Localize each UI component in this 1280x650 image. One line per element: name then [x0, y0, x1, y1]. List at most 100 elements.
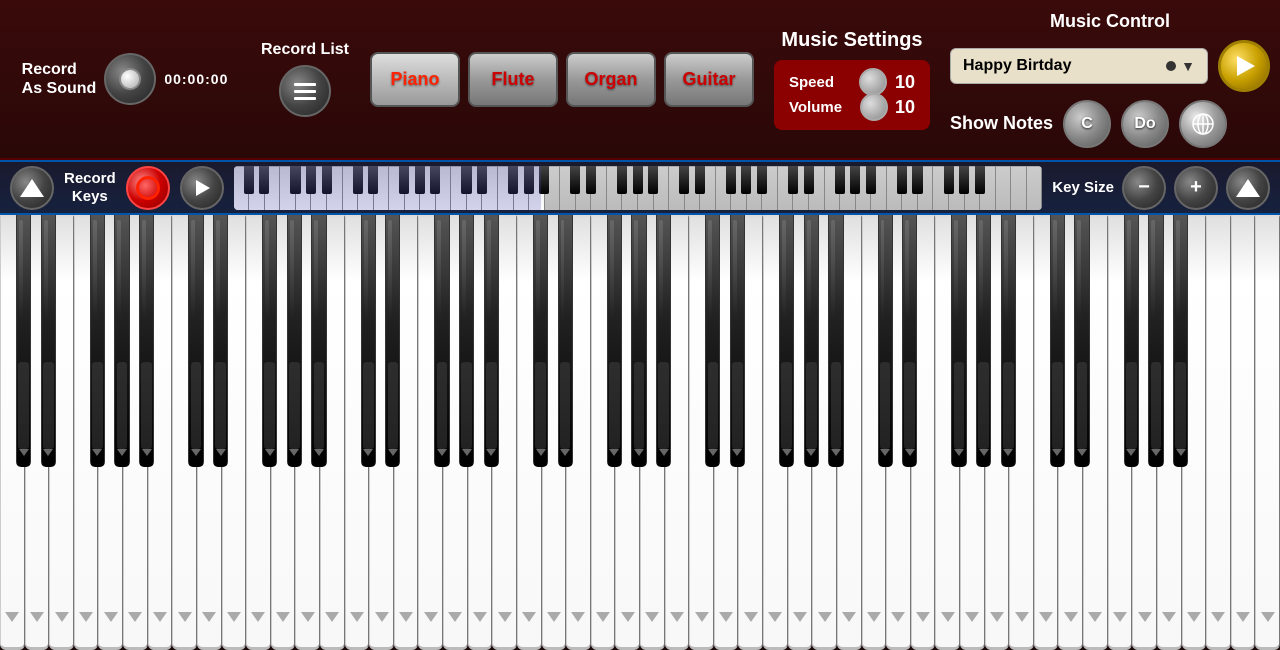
mini-black-key[interactable] [508, 166, 518, 195]
play-keys-button[interactable] [180, 166, 224, 210]
mini-black-key[interactable] [539, 166, 549, 195]
black-piano-key[interactable] [1124, 215, 1139, 467]
record-keys-button[interactable] [126, 166, 170, 210]
instrument-piano-btn[interactable]: Piano [370, 52, 460, 107]
key-arrow-icon [768, 612, 782, 622]
mini-black-key[interactable] [368, 166, 378, 195]
speed-knob[interactable] [859, 68, 887, 96]
speed-slider[interactable] [869, 77, 875, 87]
black-piano-key[interactable] [311, 215, 326, 467]
key-arrow-icon [1187, 612, 1201, 622]
mini-black-key[interactable] [757, 166, 767, 195]
black-piano-key[interactable] [139, 215, 154, 467]
black-piano-key[interactable] [951, 215, 966, 467]
mini-black-key[interactable] [353, 166, 363, 195]
black-piano-key[interactable] [878, 215, 893, 467]
black-piano-key[interactable] [1050, 215, 1065, 467]
black-piano-key[interactable] [434, 215, 449, 467]
black-piano-key[interactable] [902, 215, 917, 467]
black-piano-key[interactable] [1148, 215, 1163, 467]
volume-slider[interactable] [869, 102, 875, 112]
mini-black-key[interactable] [850, 166, 860, 195]
song-selector[interactable]: Happy Birtday ▼ [950, 48, 1208, 84]
black-piano-key[interactable] [705, 215, 720, 467]
record-sound-button[interactable] [104, 53, 156, 105]
mini-black-key[interactable] [897, 166, 907, 195]
mini-black-key[interactable] [944, 166, 954, 195]
mini-white-key[interactable] [1011, 166, 1027, 210]
mini-black-key[interactable] [726, 166, 736, 195]
mini-white-key[interactable] [1027, 166, 1043, 210]
black-piano-key[interactable] [213, 215, 228, 467]
black-piano-key[interactable] [1074, 215, 1089, 467]
mini-black-key[interactable] [415, 166, 425, 195]
note-c-button[interactable]: C [1063, 100, 1111, 148]
black-piano-key[interactable] [361, 215, 376, 467]
black-piano-key[interactable] [16, 215, 31, 467]
note-globe-button[interactable] [1179, 100, 1227, 148]
key-arrow-icon [744, 612, 758, 622]
black-piano-key[interactable] [459, 215, 474, 467]
black-piano-key[interactable] [533, 215, 548, 467]
mini-black-key[interactable] [399, 166, 409, 195]
black-piano-key[interactable] [287, 215, 302, 467]
volume-knob[interactable] [860, 93, 888, 121]
black-piano-key[interactable] [41, 215, 56, 467]
mini-white-key[interactable] [996, 166, 1012, 210]
mini-black-key[interactable] [306, 166, 316, 195]
mini-black-key[interactable] [244, 166, 254, 195]
mini-black-key[interactable] [524, 166, 534, 195]
record-list-button[interactable] [279, 65, 331, 117]
mini-black-key[interactable] [959, 166, 969, 195]
black-piano-key[interactable] [114, 215, 129, 467]
mini-black-key[interactable] [741, 166, 751, 195]
mini-black-key[interactable] [586, 166, 596, 195]
black-piano-key[interactable] [730, 215, 745, 467]
white-piano-key[interactable] [1255, 215, 1280, 650]
black-piano-key[interactable] [262, 215, 277, 467]
instrument-flute-btn[interactable]: Flute [468, 52, 558, 107]
black-piano-key[interactable] [90, 215, 105, 467]
mini-black-key[interactable] [322, 166, 332, 195]
black-piano-key[interactable] [385, 215, 400, 467]
mini-black-key[interactable] [648, 166, 658, 195]
black-piano-key[interactable] [1001, 215, 1016, 467]
mini-black-key[interactable] [912, 166, 922, 195]
instrument-organ-btn[interactable]: Organ [566, 52, 656, 107]
play-song-button[interactable] [1218, 40, 1270, 92]
black-piano-key[interactable] [1173, 215, 1188, 467]
black-piano-key[interactable] [976, 215, 991, 467]
mini-black-key[interactable] [290, 166, 300, 195]
mini-black-key[interactable] [804, 166, 814, 195]
white-piano-key[interactable] [1231, 215, 1256, 650]
black-piano-key[interactable] [804, 215, 819, 467]
black-piano-key[interactable] [656, 215, 671, 467]
mini-black-key[interactable] [788, 166, 798, 195]
mini-black-key[interactable] [975, 166, 985, 195]
mini-black-key[interactable] [430, 166, 440, 195]
note-do-button[interactable]: Do [1121, 100, 1169, 148]
black-piano-key[interactable] [607, 215, 622, 467]
scroll-up-button[interactable] [10, 166, 54, 210]
white-piano-key[interactable] [1206, 215, 1231, 650]
key-size-up-btn[interactable] [1226, 166, 1270, 210]
mini-black-key[interactable] [570, 166, 580, 195]
mini-black-key[interactable] [259, 166, 269, 195]
black-piano-key[interactable] [188, 215, 203, 467]
black-piano-key[interactable] [779, 215, 794, 467]
mini-black-key[interactable] [835, 166, 845, 195]
mini-black-key[interactable] [461, 166, 471, 195]
black-piano-key[interactable] [828, 215, 843, 467]
black-piano-key[interactable] [558, 215, 573, 467]
key-size-decrease-btn[interactable]: − [1122, 166, 1166, 210]
black-piano-key[interactable] [631, 215, 646, 467]
mini-black-key[interactable] [617, 166, 627, 195]
key-size-increase-btn[interactable]: + [1174, 166, 1218, 210]
mini-black-key[interactable] [695, 166, 705, 195]
black-piano-key[interactable] [484, 215, 499, 467]
mini-black-key[interactable] [866, 166, 876, 195]
mini-black-key[interactable] [477, 166, 487, 195]
mini-black-key[interactable] [633, 166, 643, 195]
mini-black-key[interactable] [679, 166, 689, 195]
instrument-guitar-btn[interactable]: Guitar [664, 52, 754, 107]
